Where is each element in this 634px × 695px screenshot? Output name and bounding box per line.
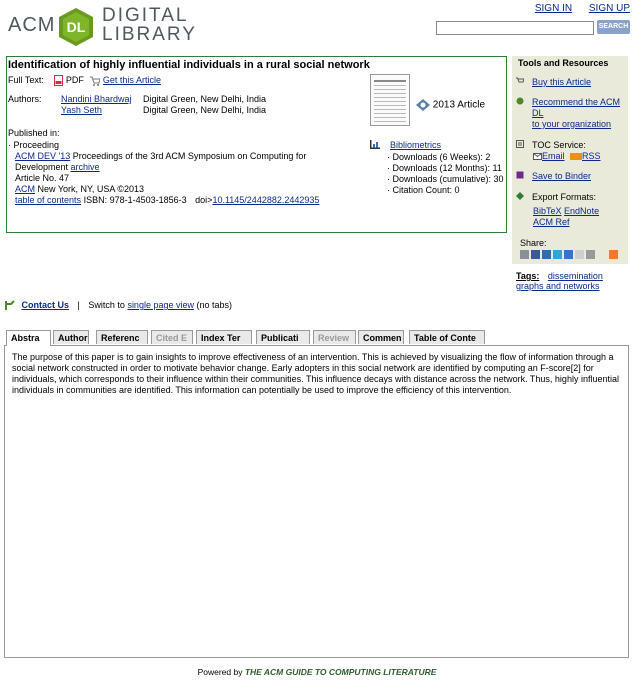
share-twitter-icon[interactable]: [553, 250, 562, 259]
full-text-row: Full Text: PDF Get this Article: [8, 75, 161, 87]
sidebar-title: Tools and Resources: [518, 58, 609, 68]
article-title: Identification of highly influential ind…: [8, 59, 370, 71]
export-icon: [516, 192, 524, 200]
published-in-label: Published in:: [8, 128, 60, 138]
toc-service-label: TOC Service:: [532, 140, 586, 150]
acm-ref-link[interactable]: ACM Ref: [533, 217, 570, 228]
pdf-link[interactable]: PDF: [54, 75, 86, 87]
table-of-contents-link[interactable]: table of contents: [15, 195, 81, 205]
share-delicious-icon[interactable]: [564, 250, 573, 259]
sign-in-link[interactable]: SIGN IN: [535, 3, 572, 14]
export-links-row: BibTeX EndNote: [533, 206, 599, 217]
authors-label: Authors:: [8, 94, 42, 104]
export-formats-label: Export Formats:: [532, 192, 597, 202]
proceeding-label: · Proceeding: [8, 140, 60, 150]
rss-icon: [570, 153, 583, 161]
downloads-12-months: · Downloads (12 Months): 11: [387, 163, 502, 173]
proceeding-description: Proceedings of the 3rd ACM Symposium on …: [72, 151, 307, 161]
isbn-text: ISBN: 978-1-4503-1856-3: [83, 195, 187, 205]
buy-article-link[interactable]: Buy this Article: [532, 77, 591, 88]
article-thumbnail[interactable]: [370, 74, 410, 126]
author-1-name[interactable]: Nandini Bhardwaj: [61, 94, 132, 105]
toc-links: Email RSS: [533, 151, 601, 162]
author-2-affiliation: Digital Green, New Delhi, India: [143, 105, 267, 115]
get-article-link[interactable]: Get this Article: [90, 75, 161, 86]
citation-count: · Citation Count: 0: [387, 185, 460, 195]
tab-references[interactable]: Referenc: [96, 330, 148, 344]
logo-hexagon-icon: DL: [59, 8, 93, 46]
cart-icon: [90, 76, 101, 86]
logo-digital-library-text: DIGITAL LIBRARY: [102, 5, 197, 45]
abstract-text: The purpose of this paper is to gain ins…: [12, 352, 619, 395]
isbn-row: table of contents ISBN: 978-1-4503-1856-…: [15, 195, 320, 205]
downloads-cumulative: · Downloads (cumulative): 30: [387, 174, 504, 184]
share-label: Share:: [520, 238, 547, 248]
recommend-icon: [516, 97, 524, 105]
tab-cited-by[interactable]: Cited E: [151, 330, 193, 344]
doi-link[interactable]: 10.1145/2442882.2442935: [212, 195, 319, 205]
account-links: SIGN IN SIGN UP: [521, 3, 630, 14]
author-2-name[interactable]: Yash Seth: [61, 105, 102, 116]
save-to-binder-link[interactable]: Save to Binder: [532, 171, 591, 182]
tag-dissemination[interactable]: dissemination: [548, 271, 603, 281]
toc-service-icon: [516, 140, 524, 148]
contact-icon: [5, 300, 15, 311]
endnote-link[interactable]: EndNote: [564, 206, 599, 216]
logo-acm-text: ACM: [8, 14, 56, 36]
tab-index-terms[interactable]: Index Ter: [196, 330, 252, 344]
pdf-icon: [54, 75, 64, 87]
proceeding-row: ACM DEV '13 Proceedings of the 3rd ACM S…: [15, 151, 306, 162]
search-input[interactable]: [436, 21, 594, 35]
downloads-6-weeks: · Downloads (6 Weeks): 2: [387, 152, 491, 162]
email-link[interactable]: Email: [533, 151, 565, 161]
bibliometrics-link[interactable]: Bibliometrics: [390, 140, 441, 151]
tab-table-of-contents[interactable]: Table of Conte: [409, 330, 485, 344]
recommend-link[interactable]: Recommend the ACM DL to your organization: [532, 97, 620, 130]
tab-reviews[interactable]: Review: [313, 330, 356, 344]
share-icons: [520, 250, 620, 262]
footer: Powered by THE ACM GUIDE TO COMPUTING LI…: [197, 667, 437, 677]
year-badge: 2013 Article: [416, 99, 485, 111]
article-type-icon: [416, 99, 430, 111]
tab-abstract[interactable]: Abstra: [6, 330, 51, 346]
sign-up-link[interactable]: SIGN UP: [589, 3, 630, 14]
share-facebook-icon[interactable]: [531, 250, 540, 259]
author-1-affiliation: Digital Green, New Delhi, India: [143, 94, 267, 104]
bar-chart-icon: [370, 140, 380, 149]
svg-text:DL: DL: [67, 19, 86, 35]
share-reddit-icon[interactable]: [575, 250, 584, 259]
bibtex-link[interactable]: BibTeX: [533, 206, 562, 216]
tab-authors[interactable]: Author: [53, 330, 89, 344]
rss-link[interactable]: RSS: [570, 151, 601, 161]
archive-link[interactable]: archive: [71, 162, 100, 172]
publisher-link[interactable]: ACM: [15, 184, 35, 194]
single-page-view-link[interactable]: single page view: [127, 300, 194, 310]
tab-comments[interactable]: Commen: [358, 330, 404, 344]
tag-graphs-and-networks[interactable]: graphs and networks: [516, 281, 600, 292]
proceeding-row-2: Development archive: [15, 162, 100, 172]
share-more-icon[interactable]: [609, 250, 618, 259]
proceeding-link[interactable]: ACM DEV '13: [15, 151, 70, 161]
search-button[interactable]: SEARCH: [597, 20, 630, 34]
publisher-row: ACM New York, NY, USA ©2013: [15, 184, 145, 194]
acm-dl-logo[interactable]: ACM DL DIGITAL LIBRARY: [8, 4, 195, 50]
separator: |: [77, 300, 80, 310]
contact-row: Contact Us | Switch to single page view …: [5, 300, 232, 311]
share-email-icon[interactable]: [520, 250, 529, 259]
envelope-icon: [533, 153, 542, 161]
full-text-label: Full Text:: [8, 75, 44, 85]
cart-icon: [516, 77, 524, 83]
share-digg-icon[interactable]: [586, 250, 595, 259]
tab-publication[interactable]: Publicati: [256, 330, 310, 344]
share-linkedin-icon[interactable]: [542, 250, 551, 259]
contact-us-link[interactable]: Contact Us: [22, 300, 70, 310]
article-number: Article No. 47: [15, 173, 70, 183]
binder-icon: [516, 171, 524, 179]
tags-label: Tags:: [516, 271, 540, 281]
